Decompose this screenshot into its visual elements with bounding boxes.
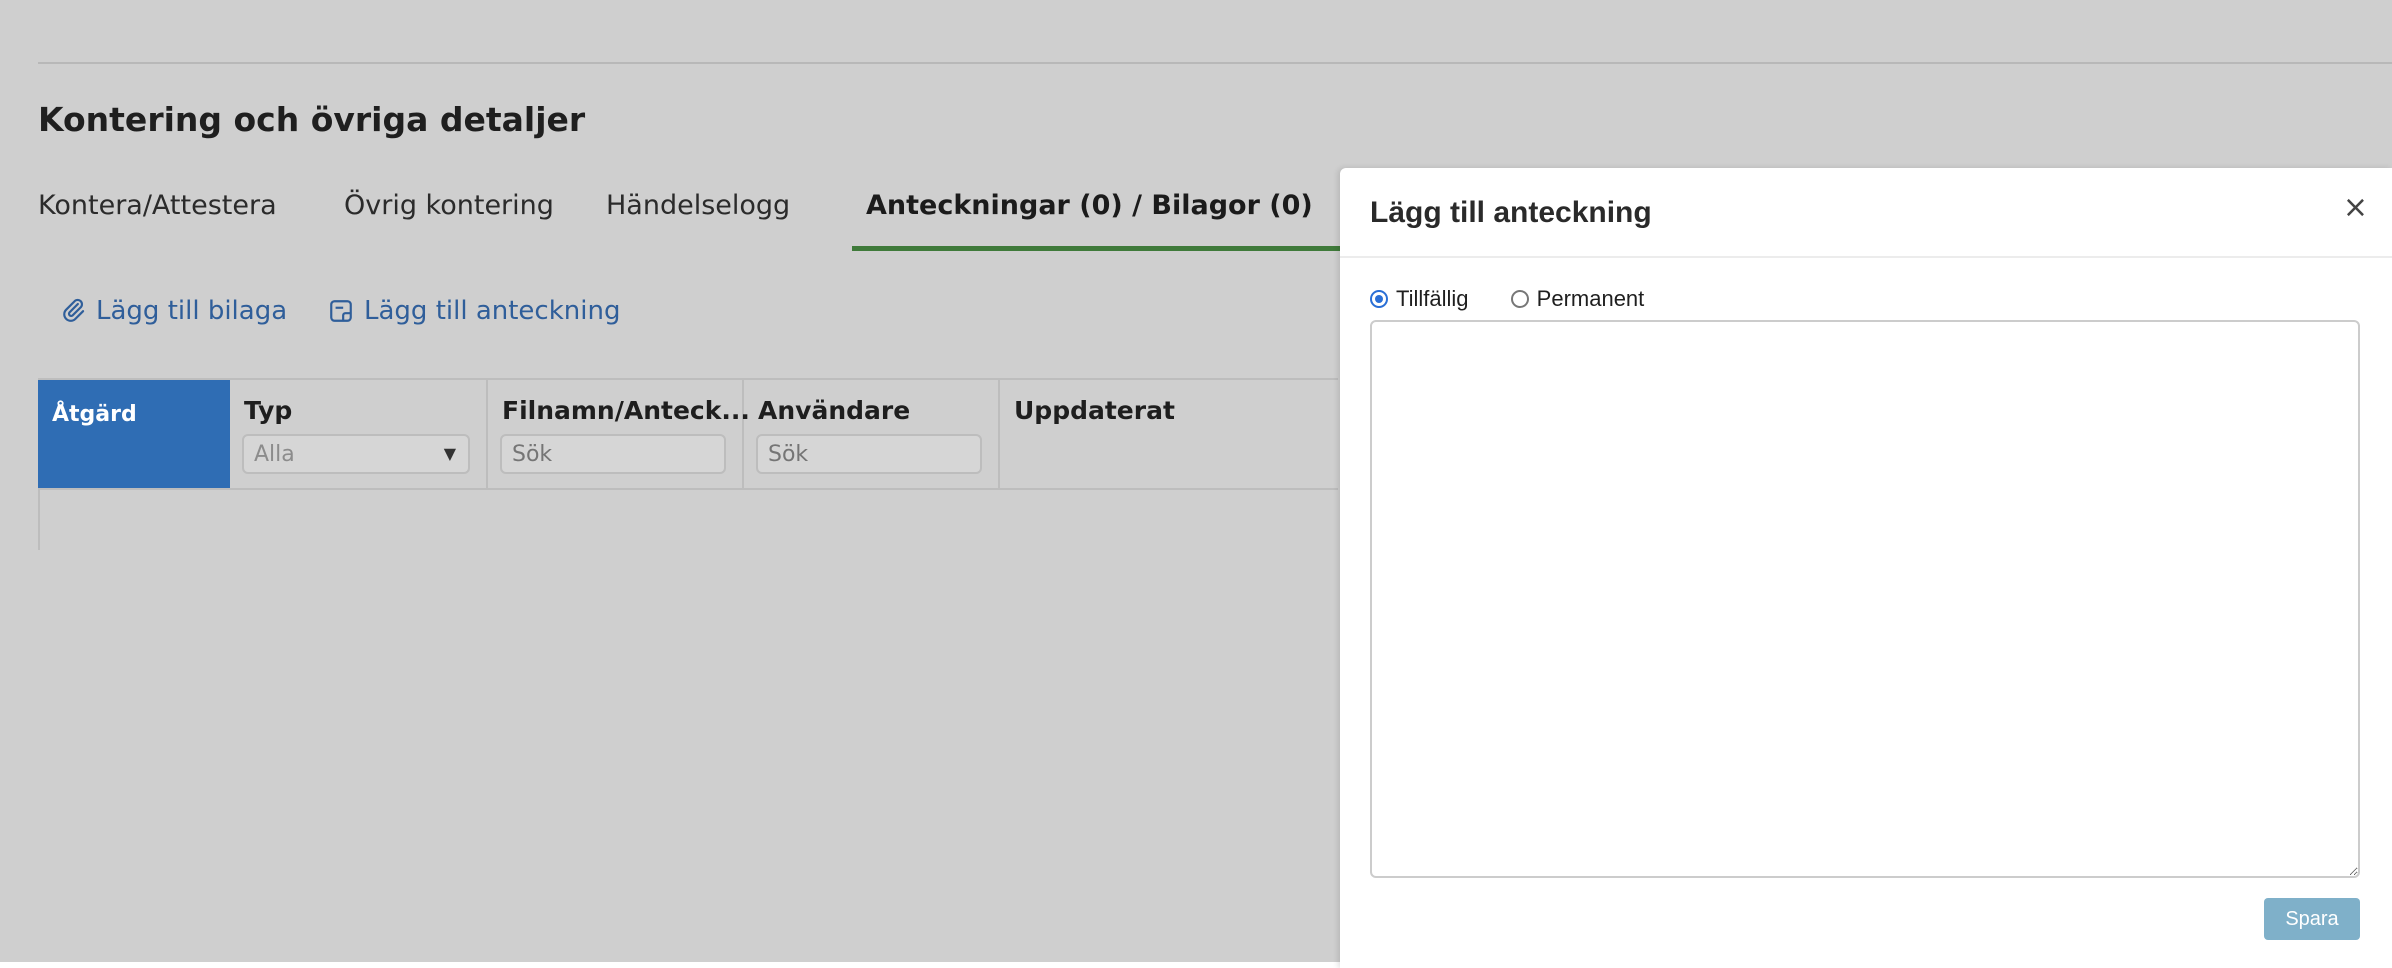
column-uppdaterat: Uppdaterat bbox=[1000, 380, 1338, 488]
save-button[interactable]: Spara bbox=[2264, 898, 2360, 940]
add-note-label: Lägg till anteckning bbox=[364, 296, 621, 326]
add-attachment-link[interactable]: Lägg till bilaga bbox=[60, 296, 287, 326]
note-icon bbox=[330, 300, 352, 322]
column-filnamn: Filnamn/Anteck... bbox=[488, 380, 750, 488]
add-note-link[interactable]: Lägg till anteckning bbox=[328, 296, 620, 326]
column-anvandare: Användare bbox=[744, 380, 1000, 488]
paperclip-icon bbox=[63, 298, 85, 322]
close-icon[interactable]: × bbox=[2343, 190, 2368, 225]
user-search-input[interactable] bbox=[756, 434, 982, 474]
section-title: Kontering och övriga detaljer bbox=[38, 100, 586, 139]
section-divider bbox=[38, 62, 2392, 64]
radio-permanent[interactable]: Permanent bbox=[1510, 286, 1645, 312]
table-header: Åtgärd Typ Alla ▼ Filnamn/Anteck... Anvä… bbox=[38, 378, 1338, 490]
column-filnamn-label: Filnamn/Anteck... bbox=[502, 396, 750, 425]
column-typ-label: Typ bbox=[244, 396, 293, 425]
note-type-radio-group: Tillfällig Permanent bbox=[1370, 286, 1680, 314]
column-atgard: Åtgärd bbox=[38, 380, 230, 488]
radio-permanent-indicator bbox=[1510, 290, 1529, 308]
add-note-dialog: Lägg till anteckning × Tillfällig Perman… bbox=[1340, 168, 2392, 968]
chevron-down-icon: ▼ bbox=[443, 444, 456, 463]
active-tab-indicator bbox=[852, 246, 1348, 251]
type-filter-select[interactable]: Alla ▼ bbox=[242, 434, 470, 474]
table-empty-row bbox=[38, 488, 1340, 550]
tab-handelselogg[interactable]: Händelselogg bbox=[606, 190, 790, 221]
radio-temporary-indicator bbox=[1370, 290, 1388, 308]
note-textarea[interactable] bbox=[1370, 320, 2360, 878]
column-uppdaterat-label: Uppdaterat bbox=[1014, 396, 1175, 425]
column-typ: Typ Alla ▼ bbox=[230, 380, 488, 488]
column-anvandare-label: Användare bbox=[758, 396, 911, 425]
filename-search-input[interactable] bbox=[500, 434, 726, 474]
column-atgard-label: Åtgärd bbox=[52, 402, 137, 427]
attachments-table: Åtgärd Typ Alla ▼ Filnamn/Anteck... Anvä… bbox=[38, 378, 1338, 550]
radio-permanent-label: Permanent bbox=[1536, 286, 1645, 311]
dialog-title: Lägg till anteckning bbox=[1370, 196, 1652, 229]
tab-kontera-attestera[interactable]: Kontera/Attestera bbox=[38, 190, 277, 221]
tab-anteckningar-bilagor[interactable]: Anteckningar (0) / Bilagor (0) bbox=[866, 190, 1313, 221]
radio-temporary[interactable]: Tillfällig bbox=[1370, 286, 1469, 312]
tab-ovrig-kontering[interactable]: Övrig kontering bbox=[344, 190, 554, 221]
add-attachment-label: Lägg till bilaga bbox=[96, 296, 288, 326]
dialog-header: Lägg till anteckning × bbox=[1340, 168, 2392, 258]
type-filter-value: Alla bbox=[254, 442, 295, 467]
radio-temporary-label: Tillfällig bbox=[1396, 286, 1469, 311]
